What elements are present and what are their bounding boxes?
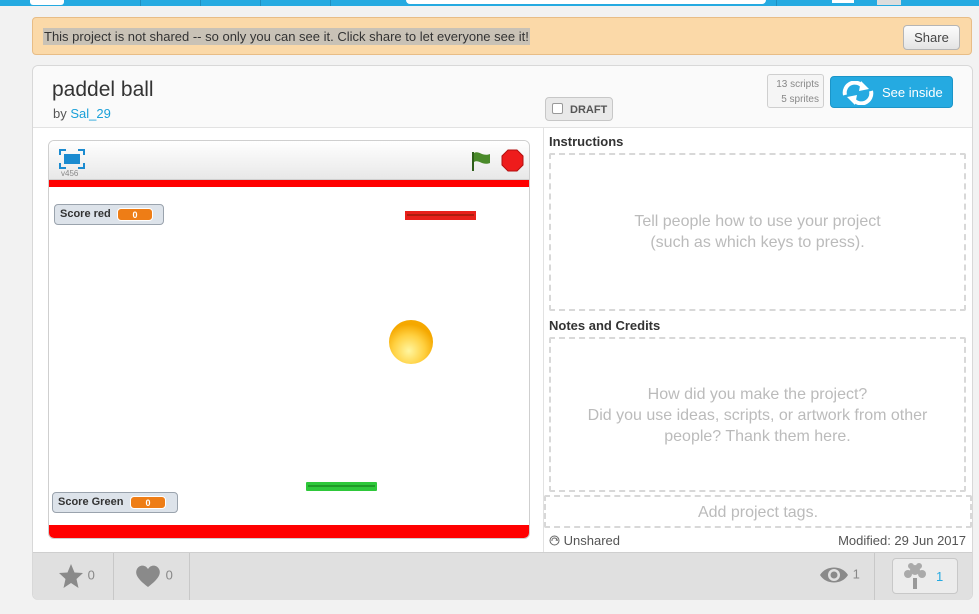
- not-shared-banner: This project is not shared -- so only yo…: [32, 17, 972, 55]
- green-flag-icon[interactable]: [470, 150, 492, 172]
- scratch-logo[interactable]: [30, 0, 64, 5]
- loves-count: 0: [165, 567, 173, 583]
- messages-icon[interactable]: [832, 0, 854, 3]
- instructions-heading: Instructions: [549, 134, 624, 149]
- score-red-monitor[interactable]: Score red 0: [54, 204, 164, 225]
- footer-divider: [189, 553, 190, 600]
- notes-placeholder-2: Did you use ideas, scripts, or artwork f…: [587, 407, 928, 424]
- remix-count: 1: [936, 569, 944, 584]
- remix-tree-icon: [904, 563, 926, 589]
- unshared-icon: [549, 535, 560, 546]
- byline: by Sal_29: [53, 106, 111, 121]
- notes-placeholder-3: people? Thank them here.: [664, 428, 851, 445]
- instructions-field[interactable]: Tell people how to use your project (suc…: [549, 153, 966, 311]
- nav-divider: [776, 0, 777, 6]
- views-stat: 1: [819, 564, 860, 610]
- remix-tree-button[interactable]: 1: [892, 558, 958, 594]
- project-title[interactable]: paddel ball: [52, 78, 154, 102]
- monitor-value: 0: [130, 496, 166, 509]
- top-nav: [0, 0, 979, 6]
- footer-divider: [113, 553, 114, 600]
- nav-divider: [200, 0, 201, 6]
- favorites-count: 0: [87, 567, 95, 583]
- stage-canvas[interactable]: [49, 180, 529, 539]
- heart-icon: [136, 565, 160, 587]
- project-card: paddel ball by Sal_29 DRAFT 13 scripts 5…: [32, 65, 973, 600]
- bottom-wall: [49, 525, 529, 538]
- nav-divider: [260, 0, 261, 6]
- scripts-count: 13 scripts: [776, 79, 819, 90]
- tags-placeholder: Add project tags.: [697, 504, 819, 521]
- project-footer: 0 0 1 1: [33, 552, 972, 600]
- nav-divider: [140, 0, 141, 6]
- views-count: 1: [852, 566, 860, 582]
- project-header: paddel ball by Sal_29 DRAFT 13 scripts 5…: [33, 66, 972, 128]
- notes-placeholder-1: How did you make the project?: [647, 386, 868, 403]
- column-divider: [543, 128, 544, 552]
- monitor-label: Score red: [60, 208, 111, 220]
- footer-divider: [874, 553, 875, 600]
- notes-field[interactable]: How did you make the project? Did you us…: [549, 337, 966, 492]
- unshared-status: Unshared: [549, 533, 620, 548]
- instructions-placeholder-2: (such as which keys to press).: [650, 234, 865, 251]
- sprites-count: 5 sprites: [781, 94, 819, 105]
- draft-label: DRAFT: [570, 104, 608, 116]
- eye-icon: [820, 567, 848, 583]
- ball: [389, 320, 433, 364]
- stage[interactable]: Score red 0 Score Green 0: [49, 180, 529, 539]
- player-controls: v456: [49, 141, 529, 180]
- remix-arrows-icon: [842, 81, 874, 105]
- search-input[interactable]: [406, 0, 766, 4]
- love-button[interactable]: 0: [134, 563, 173, 609]
- version-label: v456: [61, 169, 79, 178]
- unshared-label: Unshared: [563, 533, 620, 548]
- see-inside-label: See inside: [882, 85, 943, 100]
- favorite-button[interactable]: 0: [58, 563, 95, 609]
- star-icon: [59, 564, 83, 588]
- monitor-value: 0: [117, 208, 153, 221]
- nav-divider: [330, 0, 331, 6]
- project-player: v456 Score red 0 Score Green 0: [48, 140, 530, 539]
- stop-icon[interactable]: [501, 149, 524, 172]
- see-inside-button[interactable]: See inside: [830, 76, 953, 108]
- top-wall: [49, 180, 529, 187]
- notes-heading: Notes and Credits: [549, 318, 661, 333]
- draft-toggle[interactable]: DRAFT: [545, 97, 613, 121]
- instructions-placeholder-1: Tell people how to use your project: [634, 213, 881, 230]
- fullscreen-icon[interactable]: [59, 149, 85, 169]
- byline-prefix: by: [53, 106, 67, 121]
- project-stats: 13 scripts 5 sprites: [767, 74, 824, 108]
- modified-date: Modified: 29 Jun 2017: [838, 533, 966, 548]
- banner-message: This project is not shared -- so only yo…: [43, 28, 530, 45]
- share-button[interactable]: Share: [903, 25, 960, 50]
- avatar[interactable]: [877, 0, 901, 5]
- score-green-monitor[interactable]: Score Green 0: [52, 492, 178, 513]
- draft-checkbox[interactable]: [552, 103, 563, 114]
- monitor-label: Score Green: [58, 496, 124, 508]
- author-link[interactable]: Sal_29: [70, 106, 110, 121]
- tags-input[interactable]: Add project tags.: [544, 495, 972, 528]
